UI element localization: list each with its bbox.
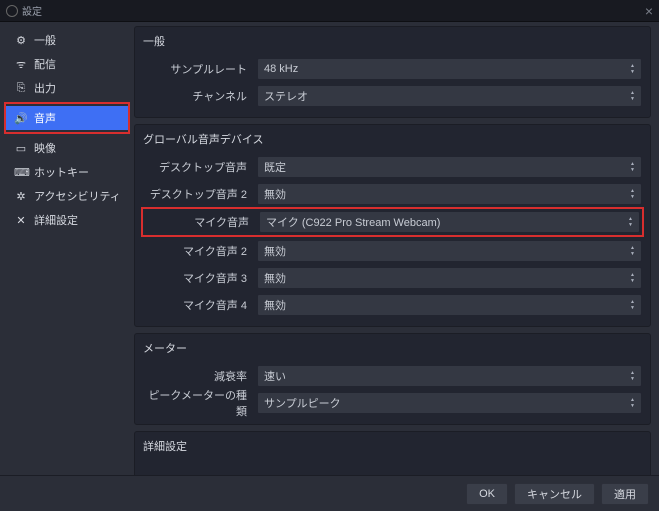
select-value: マイク (C922 Pro Stream Webcam) <box>266 214 440 230</box>
select-value: ステレオ <box>264 88 308 104</box>
select-sample-rate[interactable]: 48 kHz ▲▼ <box>257 58 642 80</box>
sidebar-item-label: アクセシビリティ <box>34 188 121 204</box>
row-mic-audio-highlight: マイク音声 マイク (C922 Pro Stream Webcam) ▲▼ <box>141 207 644 237</box>
spinner-icon: ▲▼ <box>630 299 635 311</box>
title-bar: 設定 × <box>0 0 659 22</box>
row-desktop-audio-2: デスクトップ音声 2 無効 ▲▼ <box>143 180 642 207</box>
row-channel: チャンネル ステレオ ▲▼ <box>143 82 642 109</box>
select-value: 無効 <box>264 297 286 313</box>
sidebar-item-audio[interactable]: 🔊 音声 <box>6 106 128 130</box>
apply-button[interactable]: 適用 <box>601 483 649 505</box>
label-mic-audio-2: マイク音声 2 <box>143 243 251 259</box>
label-channel: チャンネル <box>143 88 251 104</box>
spinner-icon: ▲▼ <box>630 90 635 102</box>
row-sample-rate: サンプルレート 48 kHz ▲▼ <box>143 55 642 82</box>
select-mic-audio-4[interactable]: 無効 ▲▼ <box>257 294 642 316</box>
label-desktop-audio: デスクトップ音声 <box>143 159 251 175</box>
select-desktop-audio-2[interactable]: 無効 ▲▼ <box>257 183 642 205</box>
select-value: 既定 <box>264 159 286 175</box>
sidebar: ⚙ 一般 ᯤ 配信 ⎘ 出力 🔊 音声 ▭ 映像 ⌨ ホットキー ✲ アクセシビ… <box>0 22 130 475</box>
sidebar-item-label: 一般 <box>34 32 56 48</box>
label-mic-audio-3: マイク音声 3 <box>143 270 251 286</box>
close-icon[interactable]: × <box>645 3 653 19</box>
tools-icon: ✕ <box>14 214 28 227</box>
sidebar-item-label: 出力 <box>34 80 56 96</box>
content-pane: 一般 サンプルレート 48 kHz ▲▼ チャンネル ステレオ ▲▼ グローバル… <box>130 22 659 475</box>
sidebar-item-label: 配信 <box>34 56 56 72</box>
keyboard-icon: ⌨ <box>14 166 28 179</box>
select-peak-meter-type[interactable]: サンプルピーク ▲▼ <box>257 392 642 414</box>
label-mic-audio-4: マイク音声 4 <box>143 297 251 313</box>
sidebar-highlight: 🔊 音声 <box>4 102 130 134</box>
label-peak-meter-type: ピークメーターの種類 <box>143 387 251 419</box>
select-mic-audio[interactable]: マイク (C922 Pro Stream Webcam) ▲▼ <box>259 211 640 233</box>
select-channel[interactable]: ステレオ ▲▼ <box>257 85 642 107</box>
spinner-icon: ▲▼ <box>630 188 635 200</box>
label-desktop-audio-2: デスクトップ音声 2 <box>143 186 251 202</box>
group-global-audio-devices: グローバル音声デバイス デスクトップ音声 既定 ▲▼ デスクトップ音声 2 無効… <box>134 124 651 327</box>
spinner-icon: ▲▼ <box>630 245 635 257</box>
ok-button[interactable]: OK <box>466 483 508 505</box>
select-decay-rate[interactable]: 速い ▲▼ <box>257 365 642 387</box>
output-icon: ⎘ <box>14 82 28 95</box>
row-desktop-audio: デスクトップ音声 既定 ▲▼ <box>143 153 642 180</box>
label-decay-rate: 減衰率 <box>143 368 251 384</box>
group-title: グローバル音声デバイス <box>143 131 642 147</box>
sidebar-item-video[interactable]: ▭ 映像 <box>6 136 130 160</box>
group-advanced: 詳細設定 <box>134 431 651 475</box>
spinner-icon: ▲▼ <box>628 216 633 228</box>
spinner-icon: ▲▼ <box>630 370 635 382</box>
sidebar-item-general[interactable]: ⚙ 一般 <box>6 28 130 52</box>
sidebar-item-label: 音声 <box>34 110 56 126</box>
group-general: 一般 サンプルレート 48 kHz ▲▼ チャンネル ステレオ ▲▼ <box>134 26 651 118</box>
sidebar-item-advanced[interactable]: ✕ 詳細設定 <box>6 208 130 232</box>
select-value: 速い <box>264 368 286 384</box>
label-mic-audio: マイク音声 <box>145 214 253 230</box>
group-title: メーター <box>143 340 642 356</box>
sidebar-item-hotkeys[interactable]: ⌨ ホットキー <box>6 160 130 184</box>
row-mic-audio-2: マイク音声 2 無効 ▲▼ <box>143 237 642 264</box>
speaker-icon: 🔊 <box>14 112 28 125</box>
window-title: 設定 <box>22 3 42 18</box>
sidebar-item-stream[interactable]: ᯤ 配信 <box>6 52 130 76</box>
spinner-icon: ▲▼ <box>630 272 635 284</box>
row-mic-audio-3: マイク音声 3 無効 ▲▼ <box>143 264 642 291</box>
group-title: 詳細設定 <box>143 438 642 454</box>
select-value: 無効 <box>264 270 286 286</box>
select-mic-audio-3[interactable]: 無効 ▲▼ <box>257 267 642 289</box>
spinner-icon: ▲▼ <box>630 161 635 173</box>
antenna-icon: ᯤ <box>14 57 28 72</box>
spinner-icon: ▲▼ <box>630 63 635 75</box>
footer: OK キャンセル 適用 <box>0 475 659 511</box>
row-peak-meter-type: ピークメーターの種類 サンプルピーク ▲▼ <box>143 389 642 416</box>
accessibility-icon: ✲ <box>14 190 28 203</box>
cancel-button[interactable]: キャンセル <box>514 483 595 505</box>
select-value: 無効 <box>264 186 286 202</box>
row-decay-rate: 減衰率 速い ▲▼ <box>143 362 642 389</box>
sidebar-item-output[interactable]: ⎘ 出力 <box>6 76 130 100</box>
label-sample-rate: サンプルレート <box>143 61 251 77</box>
sidebar-item-label: ホットキー <box>34 164 89 180</box>
select-value: 無効 <box>264 243 286 259</box>
monitor-icon: ▭ <box>14 142 28 155</box>
select-desktop-audio[interactable]: 既定 ▲▼ <box>257 156 642 178</box>
select-value: 48 kHz <box>264 63 298 75</box>
spinner-icon: ▲▼ <box>630 397 635 409</box>
gear-icon: ⚙ <box>14 34 28 47</box>
select-mic-audio-2[interactable]: 無効 ▲▼ <box>257 240 642 262</box>
sidebar-item-label: 詳細設定 <box>34 212 78 228</box>
select-value: サンプルピーク <box>264 395 341 411</box>
group-meters: メーター 減衰率 速い ▲▼ ピークメーターの種類 サンプルピーク ▲▼ <box>134 333 651 425</box>
sidebar-item-label: 映像 <box>34 140 56 156</box>
group-title: 一般 <box>143 33 642 49</box>
row-mic-audio-4: マイク音声 4 無効 ▲▼ <box>143 291 642 318</box>
app-icon <box>6 5 18 17</box>
sidebar-item-accessibility[interactable]: ✲ アクセシビリティ <box>6 184 130 208</box>
